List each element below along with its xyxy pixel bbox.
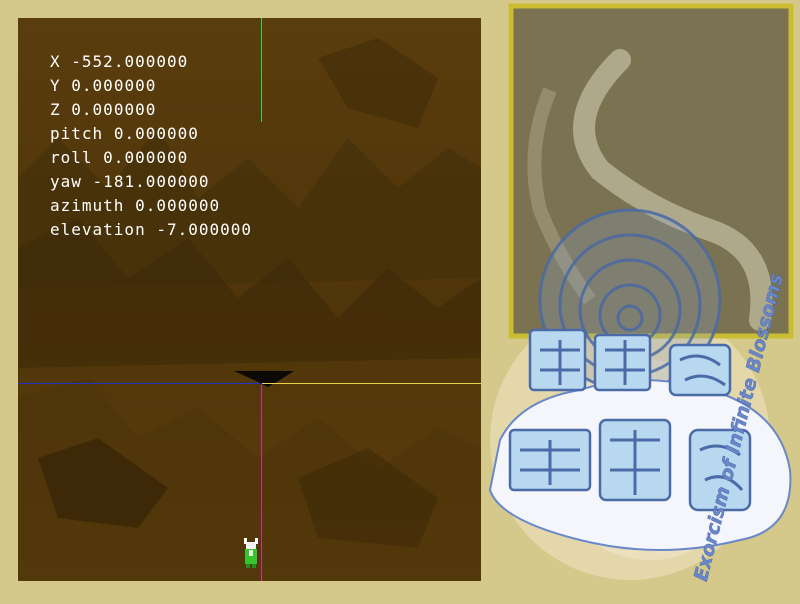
debug-line-roll: roll 0.000000: [50, 146, 252, 170]
debug-label: Y: [50, 76, 61, 95]
axis-up-line: [261, 18, 262, 122]
axis-right-line: [262, 383, 481, 384]
debug-readout: X -552.000000 Y 0.000000 Z 0.000000 pitch 0…: [50, 50, 252, 242]
debug-label: pitch: [50, 124, 104, 143]
debug-label: elevation: [50, 220, 146, 239]
debug-line-yaw: yaw -181.000000: [50, 170, 252, 194]
debug-label: X: [50, 52, 61, 71]
debug-value: -552.000000: [71, 52, 189, 71]
player-sprite-icon: [244, 538, 258, 568]
title-art-panel: [480, 0, 800, 600]
debug-value: 0.000000: [135, 196, 221, 215]
debug-value: -7.000000: [156, 220, 253, 239]
debug-value: 0.000000: [113, 124, 199, 143]
debug-line-elevation: elevation -7.000000: [50, 218, 252, 242]
debug-value: 0.000000: [71, 76, 157, 95]
debug-line-azimuth: azimuth 0.000000: [50, 194, 252, 218]
debug-label: azimuth: [50, 196, 125, 215]
axis-left-line: [18, 383, 261, 384]
debug-value: -181.000000: [92, 172, 210, 191]
debug-label: yaw: [50, 172, 82, 191]
debug-value: 0.000000: [71, 100, 157, 119]
debug-label: roll: [50, 148, 93, 167]
debug-label: Z: [50, 100, 61, 119]
game-viewport[interactable]: X -552.000000 Y 0.000000 Z 0.000000 pitch 0…: [18, 18, 481, 581]
title-logo-icon: [488, 3, 794, 580]
debug-line-X: X -552.000000: [50, 50, 252, 74]
debug-line-Z: Z 0.000000: [50, 98, 252, 122]
debug-line-pitch: pitch 0.000000: [50, 122, 252, 146]
debug-line-Y: Y 0.000000: [50, 74, 252, 98]
debug-value: 0.000000: [103, 148, 189, 167]
